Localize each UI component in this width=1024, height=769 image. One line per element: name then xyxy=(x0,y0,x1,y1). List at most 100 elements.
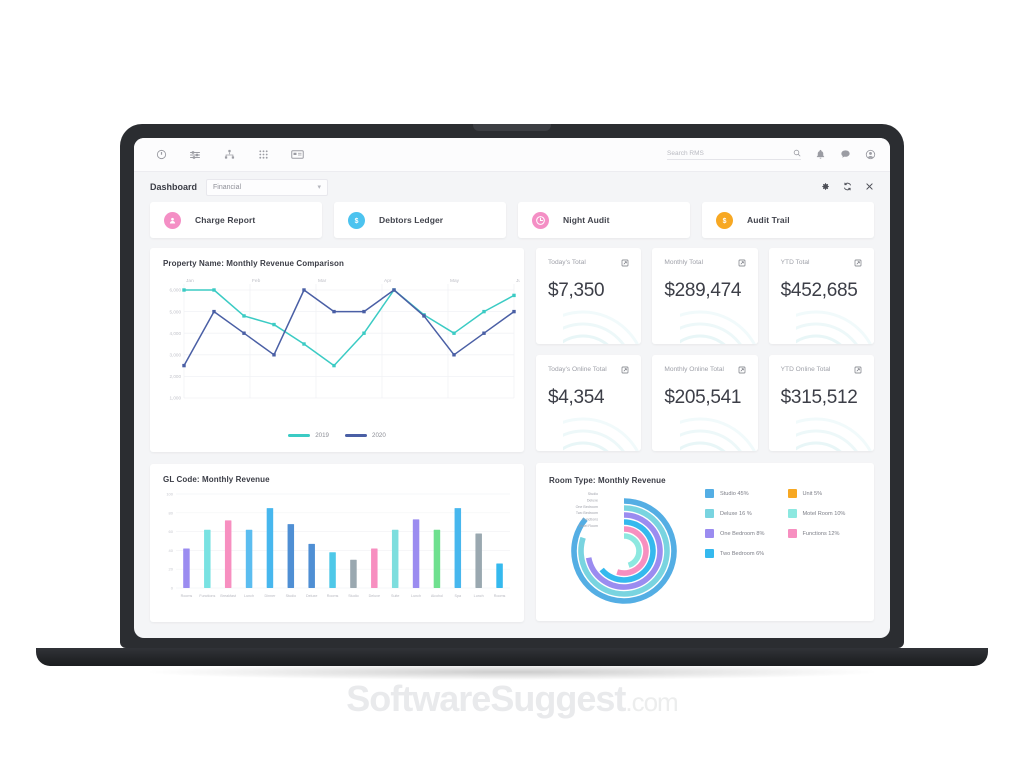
stat-card-header: YTD Online Total xyxy=(781,366,862,374)
refresh-icon[interactable] xyxy=(843,178,852,196)
app-topbar xyxy=(134,138,890,172)
legend-item-empty xyxy=(788,549,865,558)
legend-label: Two Bedroom 6% xyxy=(720,550,765,557)
stats-grid: Today's Total $7,350 Monthly Total $289,474… xyxy=(536,248,874,451)
svg-text:$: $ xyxy=(723,218,727,225)
legend-item[interactable]: Deluxe 16 % xyxy=(705,509,782,518)
legend-swatch xyxy=(345,434,367,437)
svg-text:Studio: Studio xyxy=(588,492,598,496)
svg-text:Apr: Apr xyxy=(384,278,392,284)
line-chart-title: Property Name: Monthly Revenue Compariso… xyxy=(163,259,345,268)
expand-icon[interactable] xyxy=(621,259,629,267)
svg-text:Functions: Functions xyxy=(199,594,215,598)
account-icon[interactable] xyxy=(865,149,876,160)
legend-item[interactable]: Motel Room 10% xyxy=(787,509,865,518)
power-icon[interactable] xyxy=(148,144,174,166)
stat-card: Monthly Total $289,474 xyxy=(652,248,758,344)
svg-text:2,000: 2,000 xyxy=(170,374,182,379)
svg-text:6,000: 6,000 xyxy=(170,288,182,293)
svg-text:Rooms: Rooms xyxy=(181,594,193,598)
legend-label: Motel Room 10% xyxy=(802,510,846,517)
stat-card: Monthly Online Total $205,541 xyxy=(652,355,758,451)
svg-text:0: 0 xyxy=(171,586,174,591)
legend-swatch xyxy=(787,489,797,498)
svg-text:Rooms: Rooms xyxy=(494,594,506,598)
svg-text:Deluxe: Deluxe xyxy=(306,594,317,598)
svg-text:60: 60 xyxy=(169,529,174,534)
stat-card-value: $7,350 xyxy=(548,280,605,301)
svg-text:5,000: 5,000 xyxy=(170,309,182,314)
svg-text:Mar: Mar xyxy=(318,278,327,284)
laptop-screen: Dashboard Financial ▾ xyxy=(134,138,890,638)
stat-card-header: Monthly Online Total xyxy=(664,366,745,374)
legend-item[interactable]: Functions 12% xyxy=(787,529,865,538)
stat-card-label: YTD Total xyxy=(780,259,810,266)
grid-apps-icon[interactable] xyxy=(250,144,276,166)
legend-label: Functions 12% xyxy=(802,530,840,537)
dashboard-view-select[interactable]: Financial ▾ xyxy=(206,178,329,196)
chevron-down-icon: ▾ xyxy=(317,184,322,191)
stat-card-value: $315,512 xyxy=(780,387,858,408)
close-icon[interactable] xyxy=(865,178,874,196)
sitemap-icon[interactable] xyxy=(216,144,242,166)
expand-icon[interactable] xyxy=(738,259,746,267)
stat-card-label: Today's Online Total xyxy=(548,366,607,373)
search-icon[interactable] xyxy=(793,149,801,157)
legend-label: One Bedroom 8% xyxy=(720,530,765,537)
person-icon xyxy=(164,211,181,229)
donut-chart-legend: Studio 45% Unit 5% Deluxe 16 % Motel Room 1… xyxy=(701,463,874,621)
svg-text:Alcohol: Alcohol xyxy=(431,594,443,598)
watermark-brand: SoftwareSuggest xyxy=(346,678,626,719)
dashboard-content: Charge Report $ Debtors Ledger Night Aud… xyxy=(134,202,890,638)
bar-chart-title: GL Code: Monthly Revenue xyxy=(163,475,270,484)
legend-item[interactable]: One Bedroom 8% xyxy=(705,529,782,538)
stat-card: YTD Total $452,685 xyxy=(768,248,874,344)
svg-text:Two Bedroom: Two Bedroom xyxy=(576,511,598,515)
quick-action-night-audit[interactable]: Night Audit xyxy=(518,202,690,238)
line-chart-plot: 6,000 5,000 4,000 3,000 2,000 1,000 Jan Feb Mar A… xyxy=(150,268,525,431)
stat-card-header: Today's Online Total xyxy=(548,366,629,374)
svg-text:Lunch: Lunch xyxy=(411,594,421,598)
stat-card-header: YTD Total xyxy=(781,259,862,267)
stat-card-value: $205,541 xyxy=(664,387,742,408)
chat-icon[interactable] xyxy=(840,149,851,160)
svg-text:20: 20 xyxy=(169,567,174,572)
settings-icon[interactable] xyxy=(821,178,830,196)
search-box[interactable] xyxy=(667,149,801,160)
card-icon[interactable] xyxy=(284,144,310,166)
bar-chart-svg: 100 80 60 40 20 0 Rooms Functions Breakfast Lunch… xyxy=(166,492,510,598)
svg-text:3,000: 3,000 xyxy=(170,353,182,358)
expand-icon[interactable] xyxy=(738,366,746,374)
quick-action-charge-report[interactable]: Charge Report xyxy=(150,202,322,238)
svg-text:Motel Room: Motel Room xyxy=(579,524,598,528)
legend-item[interactable]: Unit 5% xyxy=(787,489,865,498)
right-column: Today's Total $7,350 Monthly Total $289,474… xyxy=(536,248,874,622)
filter-icon[interactable] xyxy=(182,144,208,166)
stat-card: Today's Total $7,350 xyxy=(536,248,642,344)
svg-text:Lunch: Lunch xyxy=(474,594,484,598)
svg-text:Rooms: Rooms xyxy=(327,594,339,598)
quick-action-audit-trail[interactable]: $ Audit Trail xyxy=(702,202,874,238)
expand-icon[interactable] xyxy=(854,259,862,267)
search-input[interactable] xyxy=(667,149,793,157)
dashboard-view-value: Financial xyxy=(213,183,242,191)
legend-item[interactable]: Studio 45% xyxy=(705,489,782,498)
legend-item[interactable]: Two Bedroom 6% xyxy=(705,549,782,558)
expand-icon[interactable] xyxy=(854,366,862,374)
quick-action-label: Charge Report xyxy=(195,215,256,225)
stat-card-value: $289,474 xyxy=(664,280,742,301)
legend-item-2020[interactable]: 2020 xyxy=(345,432,386,439)
dollar-icon: $ xyxy=(716,211,733,229)
legend-item-2019[interactable]: 2019 xyxy=(288,432,329,439)
bell-icon[interactable] xyxy=(815,149,826,160)
quick-action-debtors-ledger[interactable]: $ Debtors Ledger xyxy=(334,202,506,238)
svg-text:Spa: Spa xyxy=(455,594,463,598)
quick-action-label: Night Audit xyxy=(563,215,610,225)
svg-text:Jan: Jan xyxy=(186,278,194,284)
clock-icon xyxy=(532,211,549,229)
line-chart-svg: 6,000 5,000 4,000 3,000 2,000 1,000 Jan Feb Mar A… xyxy=(170,278,525,401)
expand-icon[interactable] xyxy=(621,366,629,374)
quick-actions-row: Charge Report $ Debtors Ledger Night Aud… xyxy=(150,202,874,238)
svg-text:$: $ xyxy=(355,218,359,225)
left-column: Property Name: Monthly Revenue Compariso… xyxy=(150,248,524,622)
